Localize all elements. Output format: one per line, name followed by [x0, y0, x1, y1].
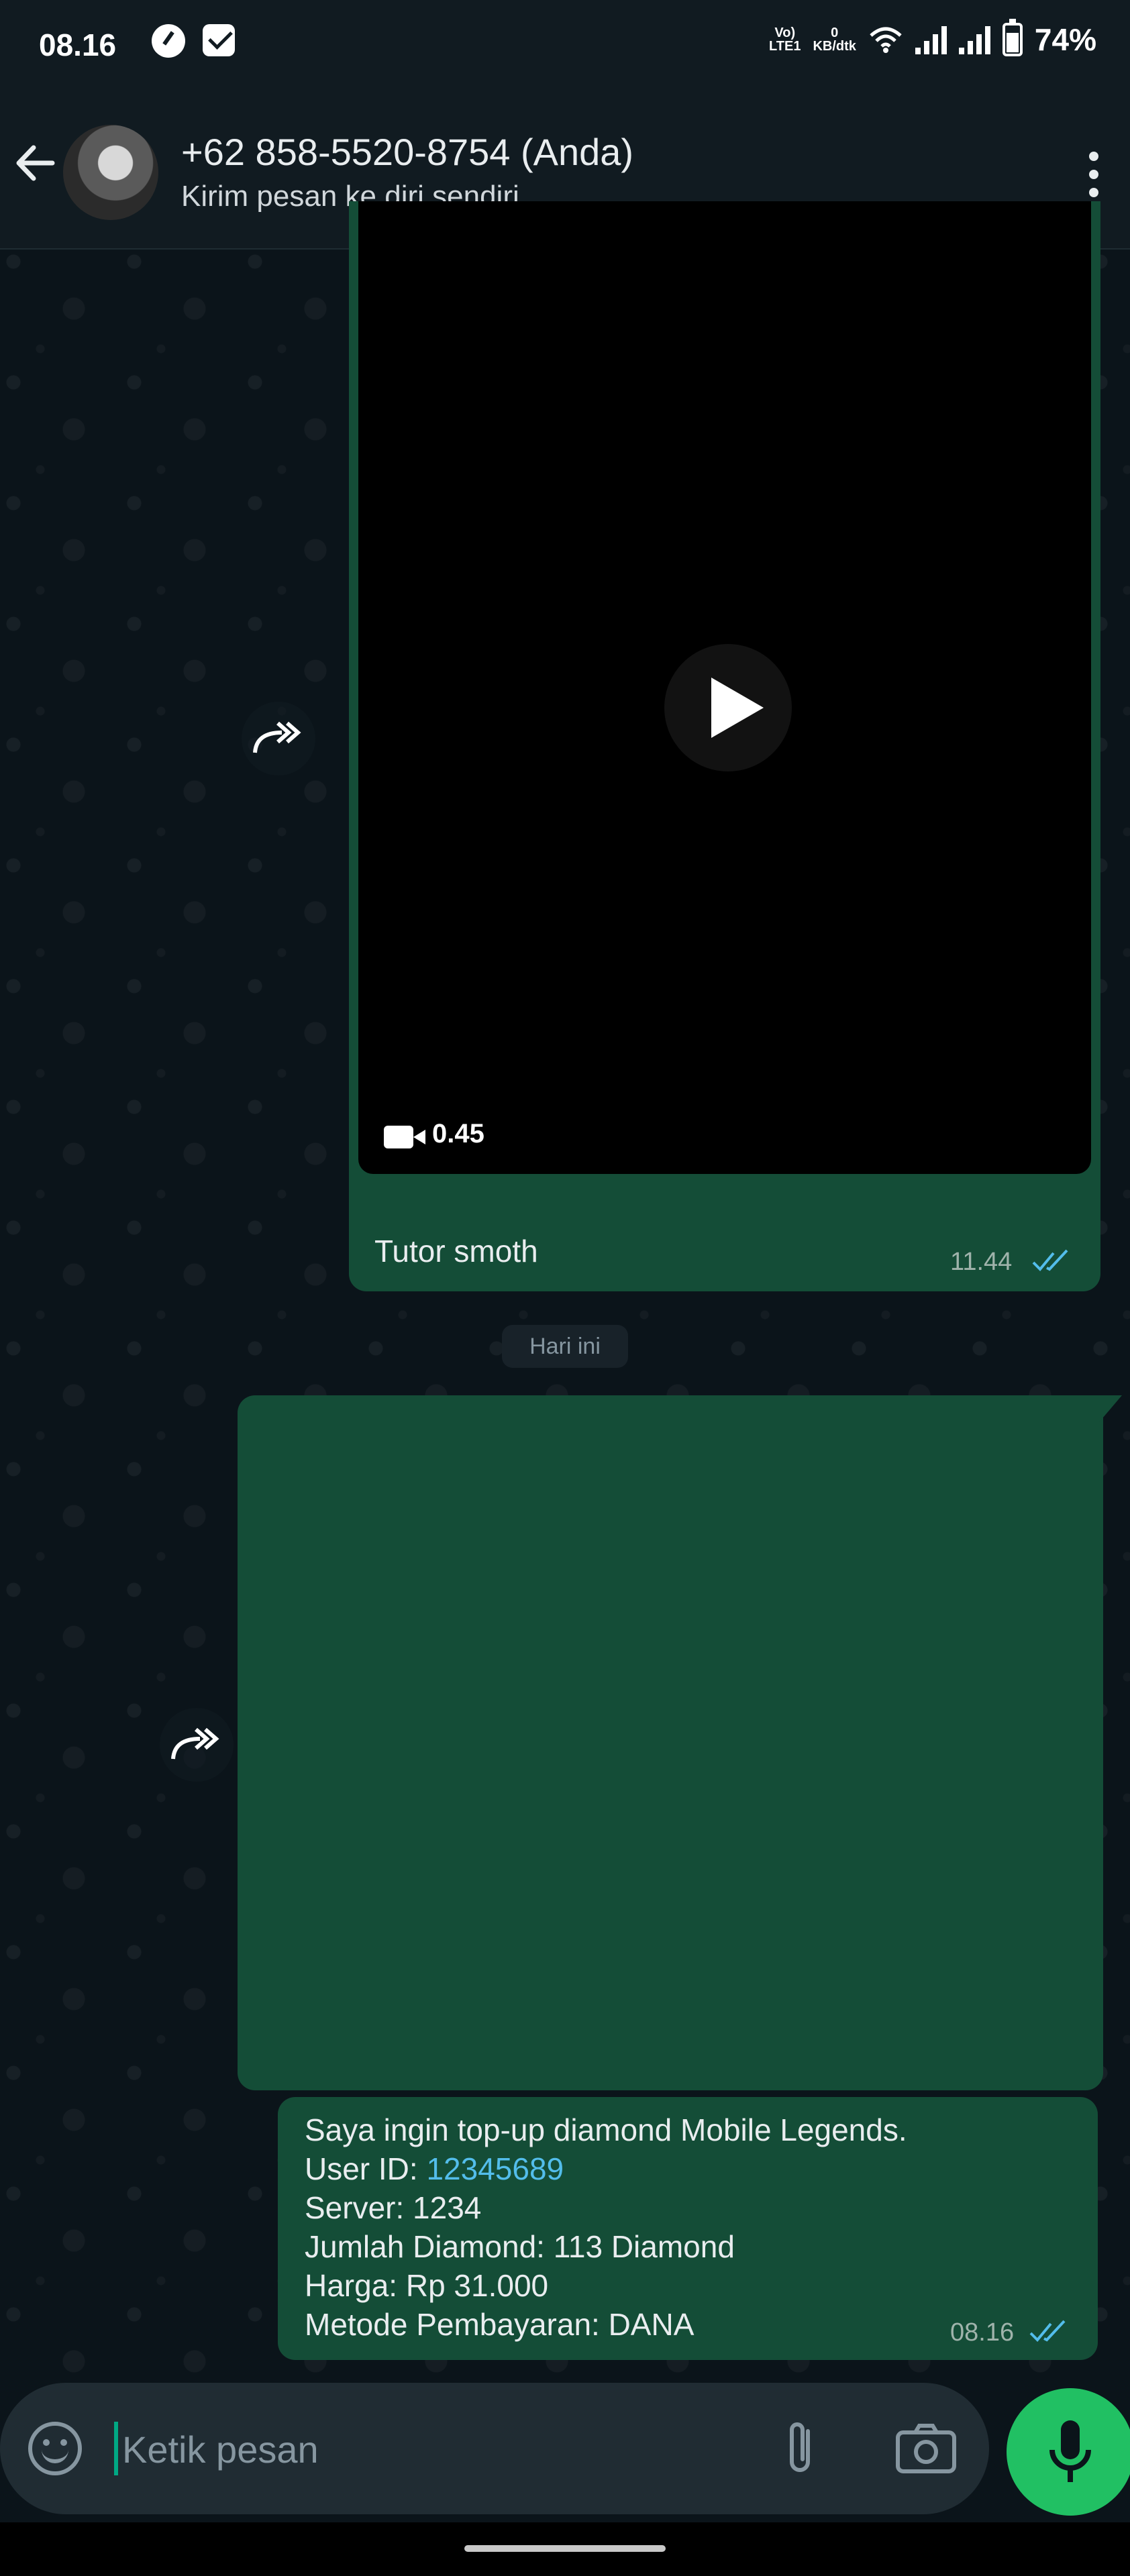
video-message-time: 11.44 — [950, 1248, 1013, 1276]
battery-percent: 74% — [1034, 22, 1096, 57]
status-bar: 08.16 Vo) LTE1 0 KB/dtk 74% — [0, 0, 1130, 87]
message-line: Server: 1234 — [305, 2190, 482, 2225]
notification-icons — [152, 24, 235, 58]
forward-button[interactable] — [242, 702, 315, 775]
message-line: Metode Pembayaran: DANA — [305, 2307, 695, 2342]
arrow-left-icon — [16, 145, 55, 181]
video-thumbnail[interactable]: 0.45 — [358, 201, 1091, 1174]
message-text: Saya ingin top-up diamond Mobile Legends… — [305, 2110, 907, 2344]
forward-icon — [253, 721, 301, 753]
date-separator: Hari ini — [502, 1325, 628, 1368]
user-id-link[interactable]: 12345689 — [426, 2151, 564, 2186]
double-check-icon — [1029, 2320, 1066, 2342]
forward-icon — [171, 1727, 219, 1760]
network-speed: 0 KB/dtk — [813, 25, 856, 54]
video-caption: Tutor smoth — [374, 1234, 538, 1269]
bubble-tail — [1099, 1395, 1122, 1422]
text-cursor — [114, 2422, 118, 2475]
video-camera-icon — [384, 1126, 425, 1148]
contact-avatar[interactable] — [63, 125, 158, 220]
navigation-bar — [0, 2522, 1130, 2576]
contact-name[interactable]: +62 858-5520-8754 (Anda) — [181, 130, 633, 174]
text-message-bubble[interactable]: Saya ingin top-up diamond Mobile Legends… — [278, 2097, 1098, 2360]
media-message-bubble[interactable] — [238, 1395, 1103, 2073]
more-options-button[interactable] — [1074, 148, 1114, 201]
mail-icon — [203, 24, 235, 56]
volte-indicator: Vo) LTE1 — [769, 25, 801, 54]
message-input[interactable] — [121, 2422, 727, 2477]
microphone-icon — [1049, 2420, 1091, 2482]
forward-button-2[interactable] — [160, 1708, 234, 1782]
voice-record-button[interactable] — [1007, 2388, 1130, 2516]
signal-icon-sim2 — [958, 25, 990, 54]
video-message-bubble[interactable]: 0.45 Tutor smoth 11.44 — [349, 201, 1100, 1291]
emoji-icon[interactable] — [28, 2422, 82, 2475]
battery-icon — [1002, 19, 1023, 56]
camera-button[interactable] — [892, 2422, 960, 2475]
input-container[interactable] — [0, 2383, 989, 2514]
home-gesture-handle[interactable] — [464, 2545, 666, 2552]
message-composer — [0, 2383, 1130, 2517]
system-icons: Vo) LTE1 0 KB/dtk 74% — [769, 19, 1096, 58]
paperclip-icon — [790, 2422, 810, 2472]
wifi-icon — [870, 27, 902, 53]
status-time: 08.16 — [39, 28, 117, 62]
double-check-icon — [1032, 1249, 1068, 1271]
speedometer-icon — [152, 24, 185, 58]
message-line: User ID: 12345689 — [305, 2151, 564, 2186]
play-icon[interactable] — [664, 644, 792, 771]
signal-icon-sim1 — [915, 25, 947, 54]
message-line: Harga: Rp 31.000 — [305, 2268, 549, 2303]
text-message-time: 08.16 — [950, 2318, 1015, 2347]
camera-icon — [896, 2424, 956, 2473]
more-vertical-icon — [1089, 152, 1098, 161]
message-line: Jumlah Diamond: 113 Diamond — [305, 2229, 735, 2264]
media-message-footer — [238, 2053, 1103, 2090]
back-button[interactable] — [5, 133, 66, 193]
message-line: Saya ingin top-up diamond Mobile Legends… — [305, 2112, 907, 2147]
attach-button[interactable] — [781, 2418, 821, 2478]
video-duration: 0.45 — [432, 1119, 484, 1148]
